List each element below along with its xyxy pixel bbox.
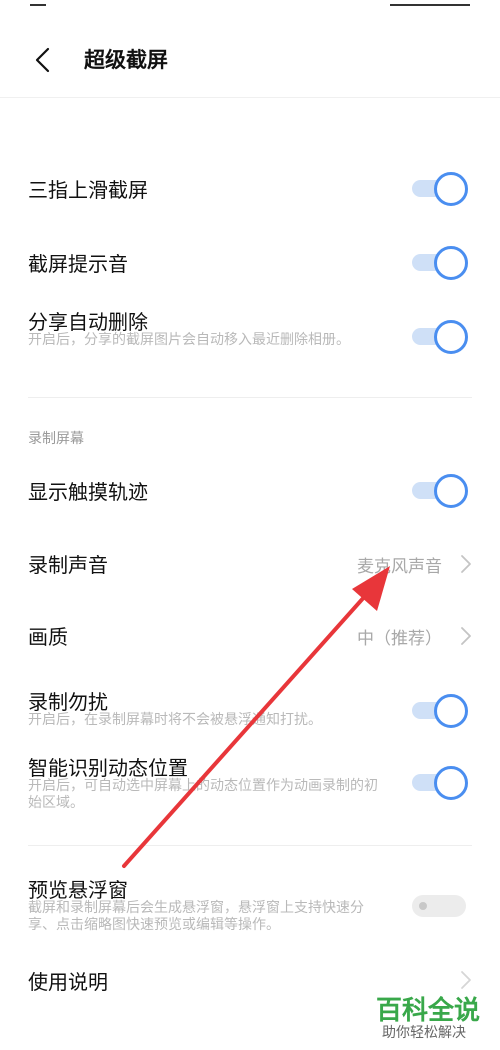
preview-toggle[interactable]: [409, 888, 467, 924]
setting-label: 预览悬浮窗: [28, 878, 128, 902]
watermark-subtitle: 助你轻松解决: [382, 1025, 466, 1041]
chevron-right-icon: [461, 627, 471, 645]
record-sound-value: 麦克风声音: [357, 557, 442, 577]
setting-label: 使用说明: [28, 970, 108, 994]
touch-track-toggle[interactable]: [409, 472, 468, 508]
chevron-right-icon: [461, 971, 471, 989]
setting-row-touch-track[interactable]: 显示触摸轨迹: [0, 468, 500, 514]
setting-description: 截屏和录制屏幕后会生成悬浮窗，悬浮窗上支持快速分享、点击缩略图快速预览或编辑等操…: [28, 900, 364, 933]
setting-description: 开启后，在录制屏幕时将不会被悬浮通知打扰。: [28, 712, 322, 728]
setting-label: 三指上滑截屏: [28, 178, 148, 202]
toggle-knob: [434, 766, 468, 800]
section-divider: [28, 397, 472, 398]
setting-label: 显示触摸轨迹: [28, 480, 148, 504]
setting-row-smart-position[interactable]: 智能识别动态位置 开启后，可自动选中屏幕上的动态位置作为动画录制的初始区域。: [0, 750, 500, 820]
toggle-knob: [434, 320, 468, 354]
toggle-knob: [434, 694, 468, 728]
dnd-toggle[interactable]: [409, 692, 468, 728]
setting-label: 录制勿扰: [28, 690, 108, 714]
setting-row-quality[interactable]: 画质 中（推荐）: [0, 613, 500, 659]
setting-description: 开启后，分享的截屏图片会自动移入最近删除相册。: [28, 332, 350, 348]
back-button[interactable]: [28, 44, 60, 76]
chevron-left-icon: [35, 47, 50, 73]
setting-description: 开启后，可自动选中屏幕上的动态位置作为动画录制的初始区域。: [28, 778, 378, 811]
sound-toggle[interactable]: [409, 244, 468, 280]
setting-row-sound[interactable]: 截屏提示音: [0, 240, 500, 286]
setting-label: 智能识别动态位置: [28, 756, 188, 780]
toggle-knob: [434, 474, 468, 508]
status-bar-left: [30, 0, 46, 6]
quality-value: 中（推荐）: [357, 629, 442, 649]
setting-label: 分享自动删除: [28, 310, 148, 334]
toggle-knob: [419, 902, 427, 910]
setting-row-record-sound[interactable]: 录制声音 麦克风声音: [0, 541, 500, 587]
setting-row-preview[interactable]: 预览悬浮窗 截屏和录制屏幕后会生成悬浮窗，悬浮窗上支持快速分享、点击缩略图快速预…: [0, 872, 500, 942]
toggle-knob: [434, 172, 468, 206]
setting-label: 录制声音: [28, 553, 108, 577]
setting-row-three-finger[interactable]: 三指上滑截屏: [0, 166, 500, 212]
toggle-knob: [434, 246, 468, 280]
chevron-right-icon: [461, 555, 471, 573]
status-bar: [0, 0, 500, 8]
top-bar: 超级截屏: [0, 30, 500, 90]
header-divider: [0, 97, 500, 98]
setting-row-share-delete[interactable]: 分享自动删除 开启后，分享的截屏图片会自动移入最近删除相册。: [0, 302, 500, 372]
smart-position-toggle[interactable]: [409, 764, 468, 800]
share-delete-toggle[interactable]: [409, 318, 468, 354]
section-divider: [28, 845, 472, 846]
setting-label: 截屏提示音: [28, 252, 128, 276]
setting-row-dnd[interactable]: 录制勿扰 开启后，在录制屏幕时将不会被悬浮通知打扰。: [0, 684, 500, 734]
section-header-record: 录制屏幕: [28, 431, 84, 447]
setting-label: 画质: [28, 625, 68, 649]
page-title: 超级截屏: [84, 48, 168, 72]
three-finger-toggle[interactable]: [409, 170, 468, 206]
status-bar-right: [390, 0, 470, 6]
